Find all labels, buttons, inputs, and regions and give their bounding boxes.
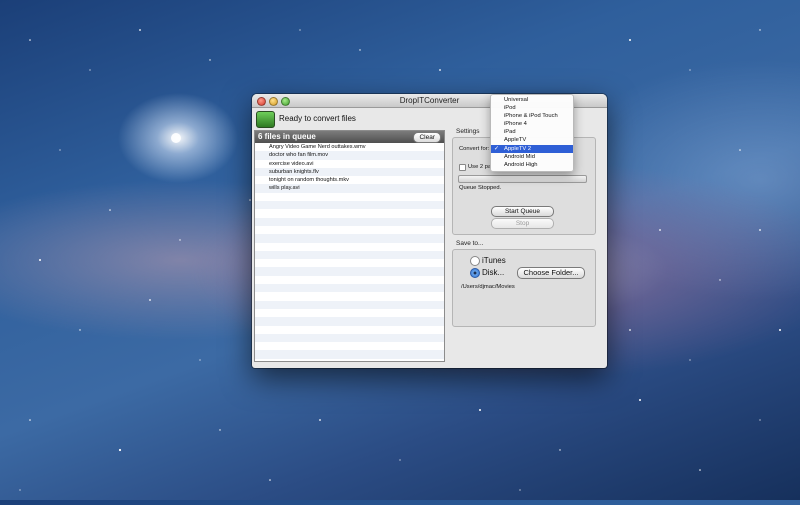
empty-row — [255, 350, 444, 359]
empty-row — [255, 317, 444, 326]
queue-header: 6 files in queue Clear — [255, 131, 444, 143]
empty-row — [255, 243, 444, 251]
empty-row — [255, 333, 444, 343]
menu-item-ipad[interactable]: iPad — [491, 128, 573, 136]
empty-row — [255, 250, 444, 260]
stop-button[interactable]: Stop — [491, 218, 554, 229]
empty-row — [255, 342, 444, 350]
itunes-label: iTunes — [482, 256, 506, 265]
file-queue-panel: 6 files in queue Clear Angry Video Game … — [254, 130, 445, 362]
file-row[interactable]: tonight on random thoughts.mkv — [255, 176, 444, 184]
save-to-group-label: Save to... — [456, 240, 484, 247]
empty-row — [255, 226, 444, 234]
minimize-window-button[interactable] — [269, 97, 278, 106]
file-row[interactable]: suburban knights.flv — [255, 167, 444, 177]
menu-item-appletv[interactable]: AppleTV — [491, 136, 573, 144]
menu-item-iphone-4[interactable]: iPhone 4 — [491, 120, 573, 128]
empty-row — [255, 217, 444, 226]
checkmark-icon: ✓ — [494, 145, 500, 152]
empty-row — [255, 193, 444, 201]
convert-for-dropdown-menu[interactable]: Universal iPod iPhone & iPod Touch iPhon… — [490, 94, 574, 172]
save-path-text: /Users/djmac/Movies — [461, 284, 515, 290]
menu-item-appletv-2[interactable]: ✓ AppleTV 2 — [491, 144, 573, 153]
empty-row — [255, 309, 444, 317]
itunes-radio[interactable] — [470, 256, 480, 266]
file-row[interactable]: exercise video.avi — [255, 160, 444, 168]
zoom-window-button[interactable] — [281, 97, 290, 106]
empty-row — [255, 326, 444, 334]
empty-row — [255, 234, 444, 243]
clear-queue-button[interactable]: Clear — [413, 132, 441, 143]
menu-item-iphone-ipod-touch[interactable]: iPhone & iPod Touch — [491, 112, 573, 120]
disk-label: Disk... — [482, 268, 505, 277]
empty-row — [255, 267, 444, 276]
app-icon — [256, 111, 275, 128]
menu-item-label: AppleTV 2 — [504, 145, 532, 152]
empty-row — [255, 259, 444, 267]
start-queue-button[interactable]: Start Queue — [491, 206, 554, 217]
queue-count-label: 6 files in queue — [258, 132, 316, 141]
empty-row — [255, 201, 444, 210]
empty-row — [255, 276, 444, 284]
disk-radio[interactable] — [470, 268, 480, 278]
convert-for-label: Convert for: — [459, 146, 490, 152]
choose-folder-button[interactable]: Choose Folder... — [517, 267, 585, 279]
file-row[interactable]: Angry Video Game Nerd outtakes.wmv — [255, 143, 444, 151]
menu-item-android-high[interactable]: Android High — [491, 161, 573, 169]
empty-row — [255, 209, 444, 217]
file-list[interactable]: Angry Video Game Nerd outtakes.wmv docto… — [255, 143, 444, 361]
status-message: Ready to convert files — [279, 114, 356, 123]
file-row[interactable]: doctor who fan film.mov — [255, 151, 444, 160]
file-row[interactable]: wills play.avi — [255, 184, 444, 193]
save-to-group: iTunes Disk... Choose Folder... /Users/d… — [452, 249, 596, 327]
use-two-pass-label: Use 2 pa — [468, 164, 492, 170]
empty-row — [255, 292, 444, 300]
empty-row — [255, 300, 444, 309]
settings-group-label: Settings — [456, 128, 480, 135]
menu-item-android-mid[interactable]: Android Mid — [491, 153, 573, 161]
use-two-pass-checkbox[interactable] — [459, 164, 466, 171]
window-title: DropITConverter — [399, 96, 460, 105]
empty-row — [255, 284, 444, 293]
menu-item-ipod[interactable]: iPod — [491, 104, 573, 112]
close-window-button[interactable] — [257, 97, 266, 106]
queue-status-text: Queue Stopped. — [459, 185, 502, 191]
conversion-progress-bar — [458, 175, 587, 183]
menu-item-universal[interactable]: Universal — [491, 96, 573, 104]
